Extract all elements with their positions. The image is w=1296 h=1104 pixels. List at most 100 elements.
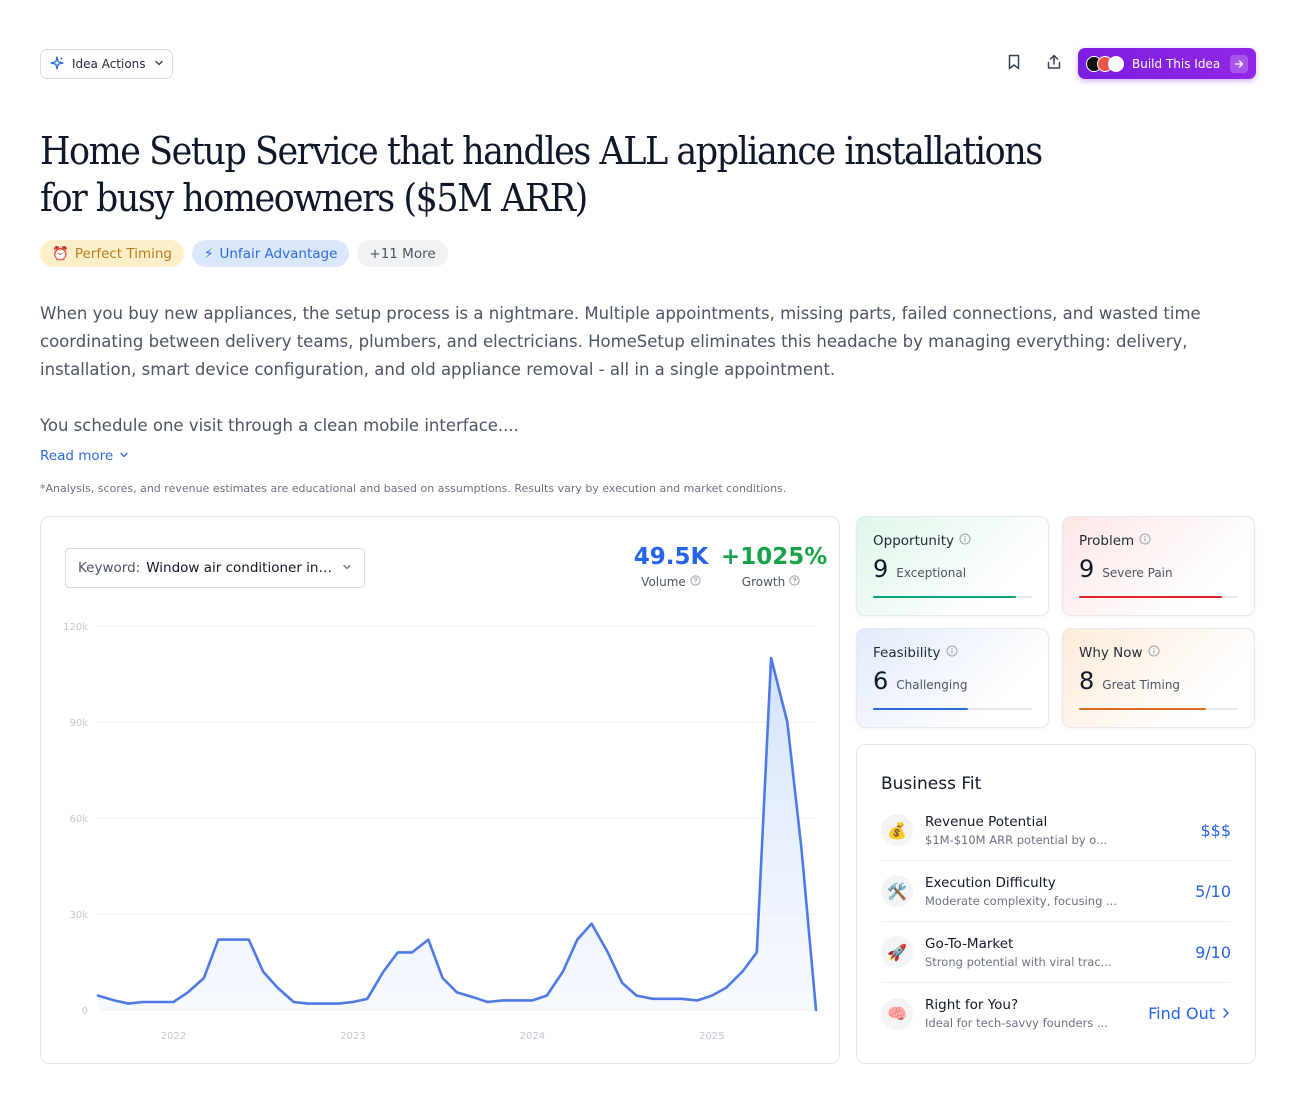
tag-more[interactable]: +11 More <box>357 240 448 267</box>
share-icon <box>1046 54 1062 74</box>
idea-actions-dropdown[interactable]: Idea Actions <box>40 49 173 79</box>
score-bar <box>873 708 1032 710</box>
growth-label: Growth <box>741 575 786 589</box>
avatar <box>1108 55 1124 72</box>
build-this-idea-label: Build This Idea <box>1132 56 1221 71</box>
build-this-idea-button[interactable]: Build This Idea <box>1078 48 1256 79</box>
x-tick-label: 2023 <box>340 1031 365 1042</box>
find-out-label: Find Out <box>1148 1004 1215 1023</box>
chevron-down-icon <box>342 560 352 576</box>
row-subtitle: $1M-$10M ARR potential by o... <box>925 832 1108 847</box>
score-name: Problem <box>1079 533 1135 549</box>
tools-icon: 🛠️ <box>881 875 913 907</box>
y-tick-label: 60k <box>69 814 88 825</box>
help-icon[interactable] <box>690 575 701 589</box>
bookmark-button[interactable] <box>1001 51 1027 77</box>
arrow-right-icon <box>1230 54 1248 73</box>
keyword-label: Keyword: <box>78 560 141 576</box>
row-value: 5/10 <box>1195 881 1231 901</box>
alarm-clock-icon: ⏰ <box>52 245 69 262</box>
row-value: $$$ <box>1200 820 1231 840</box>
score-word: Challenging <box>896 678 968 692</box>
score-value: 8 <box>1079 667 1095 695</box>
money-bag-icon: 💰 <box>881 814 913 846</box>
business-fit-row-execution[interactable]: 🛠️ Execution Difficulty Moderate complexi… <box>881 861 1231 922</box>
keyword-select[interactable]: Keyword: Window air conditioner installa… <box>65 548 365 588</box>
score-name: Feasibility <box>873 645 941 661</box>
volume-metric: 49.5K Volume <box>629 541 713 589</box>
score-bar-fill <box>873 708 969 710</box>
score-value: 9 <box>873 555 889 583</box>
row-subtitle: Strong potential with viral trac... <box>925 954 1112 969</box>
info-icon[interactable] <box>946 645 958 661</box>
tag-perfect-timing[interactable]: ⏰ Perfect Timing <box>40 240 185 267</box>
score-bar <box>1079 596 1238 598</box>
builder-avatars <box>1086 55 1124 72</box>
y-tick-label: 0 <box>82 1006 88 1017</box>
tag-label: +11 More <box>369 245 436 262</box>
disclaimer: *Analysis, scores, and revenue estimates… <box>40 482 787 495</box>
x-tick-label: 2022 <box>161 1031 186 1042</box>
business-fit-row-revenue[interactable]: 💰 Revenue Potential $1M-$10M ARR potentia… <box>881 800 1231 861</box>
score-bar-fill <box>873 596 1017 598</box>
tag-label: Perfect Timing <box>74 245 173 262</box>
tag-list: ⏰ Perfect Timing ⚡ Unfair Advantage +11 … <box>40 240 448 267</box>
x-tick-label: 2025 <box>699 1031 724 1042</box>
info-icon[interactable] <box>1139 533 1151 549</box>
sparkle-icon <box>50 55 64 73</box>
score-bar-fill <box>1079 708 1207 710</box>
info-icon[interactable] <box>959 533 971 549</box>
chevron-down-icon <box>119 448 129 464</box>
chevron-right-icon <box>1221 1004 1231 1023</box>
idea-actions-label: Idea Actions <box>72 57 146 71</box>
y-tick-label: 90k <box>69 718 88 729</box>
x-tick-label: 2024 <box>520 1031 545 1042</box>
tag-label: Unfair Advantage <box>219 245 338 262</box>
business-fit-title: Business Fit <box>881 774 982 794</box>
row-title: Right for You? <box>925 997 1019 1013</box>
score-word: Severe Pain <box>1102 566 1173 580</box>
page-title: Home Setup Service that handles ALL appl… <box>40 129 1043 220</box>
score-bar-fill <box>1079 596 1223 598</box>
score-bar <box>1079 708 1238 710</box>
score-name: Why Now <box>1079 645 1143 661</box>
read-more-link[interactable]: Read more <box>40 448 129 464</box>
y-tick-label: 120k <box>63 622 88 633</box>
share-button[interactable] <box>1041 51 1067 77</box>
problem-score-card[interactable]: Problem 9 Severe Pain <box>1062 516 1255 616</box>
tag-unfair-advantage[interactable]: ⚡ Unfair Advantage <box>192 240 350 267</box>
y-tick-label: 30k <box>69 910 88 921</box>
why-now-score-card[interactable]: Why Now 8 Great Timing <box>1062 628 1255 728</box>
score-bar <box>873 596 1032 598</box>
business-fit-card: Business Fit 💰 Revenue Potential $1M-$10M… <box>856 744 1256 1064</box>
score-name: Opportunity <box>873 533 955 549</box>
row-title: Go-To-Market <box>925 935 1014 952</box>
trend-chart-card: 0 30k 60k 90k 120k 2022 2023 2024 2025 Keyword: … <box>40 516 840 1064</box>
row-subtitle: Moderate complexity, focusing ... <box>925 893 1117 908</box>
trend-chart: 0 30k 60k 90k 120k 2022 2023 2024 2025 <box>63 622 818 1042</box>
series-line <box>96 656 818 1012</box>
chevron-down-icon <box>154 57 164 71</box>
opportunity-score-card[interactable]: Opportunity 9 Exceptional <box>856 516 1049 616</box>
row-value: 9/10 <box>1195 942 1231 962</box>
bookmark-icon <box>1007 54 1021 74</box>
growth-metric: +1025% Growth <box>721 541 828 589</box>
series-area <box>98 658 816 1010</box>
brain-icon: 🧠 <box>881 997 913 1030</box>
keyword-value: Window air conditioner installation <box>146 560 336 576</box>
score-value: 6 <box>873 667 889 695</box>
read-more-label: Read more <box>40 448 114 464</box>
business-fit-row-go-to-market[interactable]: 🚀 Go-To-Market Strong potential with vira… <box>881 922 1231 983</box>
info-icon[interactable] <box>1148 645 1160 661</box>
find-out-link[interactable]: Find Out <box>1148 1004 1231 1023</box>
volume-value: 49.5K <box>633 544 709 570</box>
description-paragraph: You schedule one visit through a clean m… <box>40 416 519 435</box>
score-word: Great Timing <box>1102 678 1181 692</box>
volume-label: Volume <box>641 575 686 589</box>
score-word: Exceptional <box>896 566 967 580</box>
growth-value: +1025% <box>721 544 828 570</box>
business-fit-row-right-for-you[interactable]: 🧠 Right for You? Ideal for tech-savvy fou… <box>881 983 1231 1044</box>
help-icon[interactable] <box>789 575 800 589</box>
row-title: Execution Difficulty <box>925 874 1056 891</box>
feasibility-score-card[interactable]: Feasibility 6 Challenging <box>856 628 1049 728</box>
